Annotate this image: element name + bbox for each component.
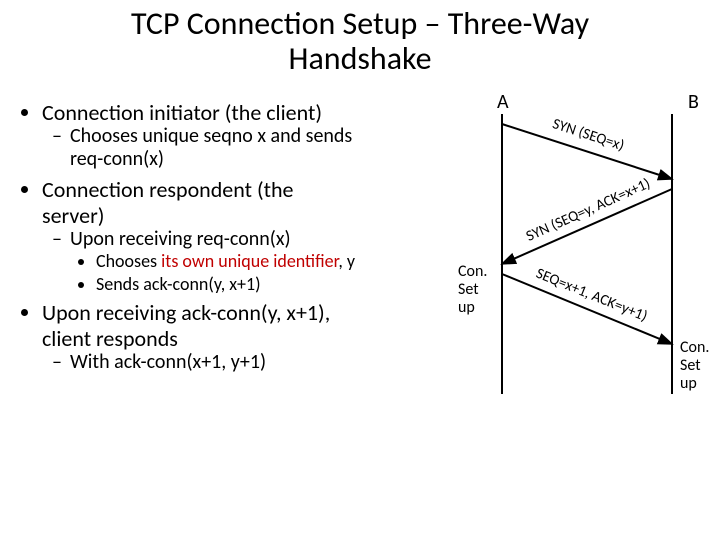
slide-title: TCP Connection Setup – Three-Way Handsha… bbox=[60, 6, 660, 76]
slide-body: Connection initiator (the client) Choose… bbox=[20, 100, 440, 380]
bullet-client-responds: Upon receiving ack-conn(y, x+1), client … bbox=[42, 300, 440, 374]
bullet-initiator: Connection initiator (the client) Choose… bbox=[42, 100, 440, 171]
host-b-label: B bbox=[688, 94, 699, 114]
bullet-initiator-choose-l1: Chooses unique seqno x and sends bbox=[70, 124, 352, 148]
bullet-chooses-id-red: its own unique identifier bbox=[161, 250, 338, 272]
msg1-label: SYN (SEQ=x) bbox=[550, 115, 626, 155]
side-b-l1: Con. bbox=[680, 338, 709, 357]
bullet-respondent-l2: server) bbox=[42, 202, 104, 229]
side-b-l2: Set bbox=[680, 356, 701, 375]
side-a-l1: Con. bbox=[458, 262, 487, 281]
bullet-chooses-id-b: , y bbox=[338, 250, 355, 272]
bullet-client-responds-l2: client responds bbox=[42, 325, 178, 352]
side-a-l3: up bbox=[458, 298, 475, 317]
bullet-respondent-l1: Connection respondent (the bbox=[42, 176, 294, 203]
bullet-respondent-upon-text: Upon receiving req-conn(x) bbox=[70, 227, 291, 251]
msg2-label: SYN (SEQ=y, ACK=x+1) bbox=[523, 175, 653, 246]
host-a-label: A bbox=[497, 94, 509, 114]
bullet-initiator-text: Connection initiator (the client) bbox=[42, 99, 322, 126]
side-a-l2: Set bbox=[458, 280, 479, 299]
bullet-respondent-upon: Upon receiving req-conn(x) Chooses its o… bbox=[70, 228, 440, 294]
side-b-l3: up bbox=[680, 374, 697, 393]
bullet-with-ack: With ack-conn(x+1, y+1) bbox=[70, 351, 440, 374]
bullet-chooses-id-a: Chooses bbox=[96, 250, 161, 272]
bullet-chooses-id: Chooses its own unique identifier, y bbox=[96, 251, 440, 272]
bullet-respondent: Connection respondent (the server) Upon … bbox=[42, 177, 440, 294]
bullet-initiator-choose: Chooses unique seqno x and sends req-con… bbox=[70, 125, 440, 171]
handshake-diagram: A B SYN (SEQ=x) SYN (SEQ=y, ACK=x+1) SEQ… bbox=[442, 94, 716, 414]
bullet-client-responds-l1: Upon receiving ack-conn(y, x+1), bbox=[42, 299, 330, 326]
msg3-label: SEQ=x+1, ACK=y+1) bbox=[533, 265, 650, 326]
handshake-svg: A B SYN (SEQ=x) SYN (SEQ=y, ACK=x+1) SEQ… bbox=[442, 94, 716, 414]
bullet-initiator-choose-l2: req-conn(x) bbox=[70, 147, 164, 171]
bullet-sends-ack: Sends ack-conn(y, x+1) bbox=[96, 274, 440, 295]
